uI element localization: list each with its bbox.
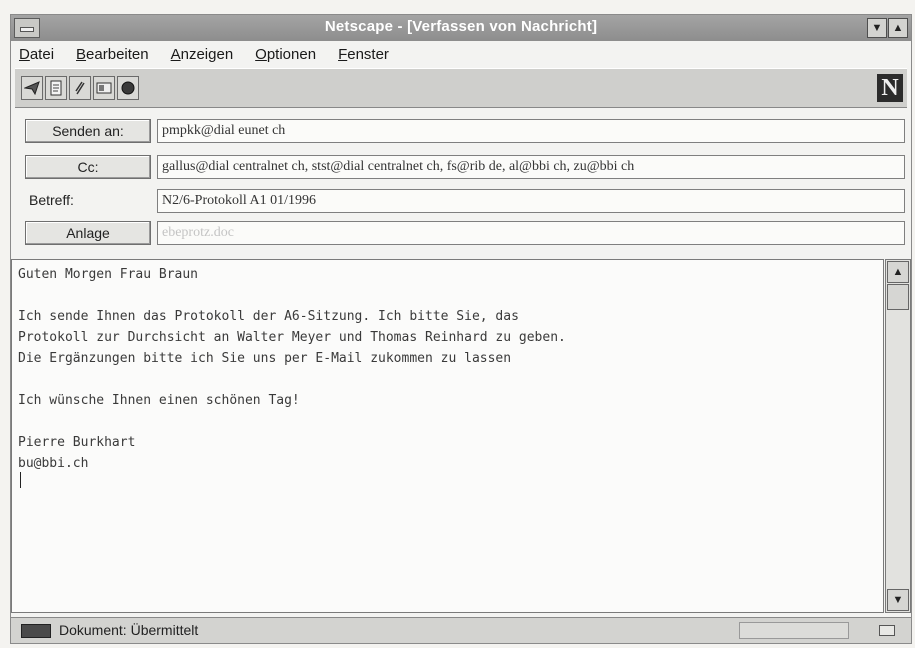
maximize-button[interactable]: ▲ (888, 18, 908, 38)
attach-button[interactable]: Anlage (25, 221, 151, 245)
quote-icon[interactable] (45, 76, 67, 100)
stop-icon[interactable] (117, 76, 139, 100)
status-bar: Dokument: Übermittelt (11, 617, 911, 643)
cc-row: Cc: gallus@dial centralnet ch, stst@dial… (11, 153, 911, 181)
compose-window: Netscape - [Verfassen von Nachricht] ▼ ▲… (10, 14, 912, 644)
vertical-scrollbar[interactable]: ▲ ▼ (885, 259, 911, 613)
subject-field[interactable]: N2/6-Protokoll A1 01/1996 (157, 189, 905, 213)
title-bar[interactable]: Netscape - [Verfassen von Nachricht] ▼ ▲ (11, 15, 911, 41)
status-text: Dokument: Übermittelt (59, 622, 199, 638)
progress-box (739, 622, 849, 639)
menu-fenster[interactable]: Fenster (338, 46, 389, 63)
message-text[interactable]: Guten Morgen Frau Braun Ich sende Ihnen … (18, 264, 566, 474)
attach-field[interactable]: ebeprotz.doc (157, 221, 905, 245)
to-field[interactable]: pmpkk@dial eunet ch (157, 119, 905, 143)
to-row: Senden an: pmpkk@dial eunet ch (11, 117, 911, 145)
to-button[interactable]: Senden an: (25, 119, 151, 143)
menu-bar: Datei Bearbeiten Anzeigen Optionen Fenst… (11, 42, 911, 66)
mail-icon[interactable] (879, 625, 895, 636)
cc-field[interactable]: gallus@dial centralnet ch, stst@dial cen… (157, 155, 905, 179)
address-book-icon[interactable] (93, 76, 115, 100)
scroll-thumb[interactable] (887, 284, 909, 310)
menu-bearbeiten[interactable]: Bearbeiten (76, 46, 149, 63)
attach-icon[interactable] (69, 76, 91, 100)
subject-label: Betreff: (29, 192, 74, 208)
menu-datei[interactable]: Datei (19, 46, 54, 63)
toolbar: N (15, 68, 907, 108)
minimize-button[interactable]: ▼ (867, 18, 887, 38)
text-caret (20, 472, 21, 488)
subject-row: Betreff: N2/6-Protokoll A1 01/1996 (11, 187, 911, 215)
menu-optionen[interactable]: Optionen (255, 46, 316, 63)
security-key-icon (21, 624, 51, 638)
window-title: Netscape - [Verfassen von Nachricht] (324, 18, 598, 35)
cc-button[interactable]: Cc: (25, 155, 151, 179)
scroll-up-icon[interactable]: ▲ (887, 261, 909, 283)
send-icon[interactable] (21, 76, 43, 100)
scroll-down-icon[interactable]: ▼ (887, 589, 909, 611)
menu-anzeigen[interactable]: Anzeigen (171, 46, 234, 63)
netscape-logo: N (877, 74, 903, 102)
attach-row: Anlage ebeprotz.doc (11, 219, 911, 247)
message-body[interactable]: Guten Morgen Frau Braun Ich sende Ihnen … (11, 259, 884, 613)
